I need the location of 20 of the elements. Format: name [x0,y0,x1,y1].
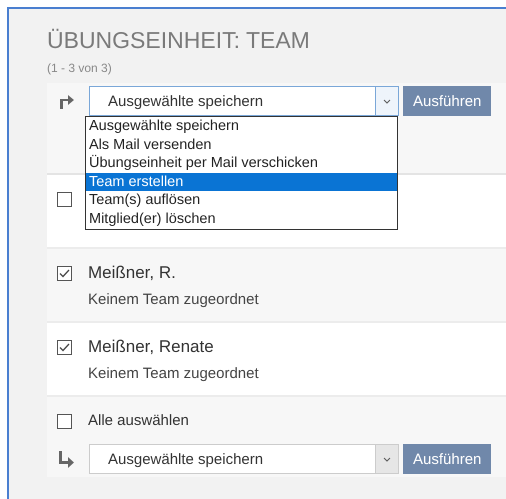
select-all-label[interactable]: Alle auswählen [88,412,189,428]
page-title: ÜBUNGSEINHEIT: TEAM [47,26,311,55]
chevron-down-icon [383,456,391,462]
execute-button[interactable]: Ausführen [403,86,492,116]
down-right-arrow-icon [57,450,75,468]
action-select[interactable]: Ausgewählte speichern [89,86,399,116]
chevron-down-icon [383,98,391,104]
execute-button[interactable]: Ausführen [403,444,492,474]
result-count: (1 - 3 von 3) [47,61,113,75]
checkbox[interactable] [57,414,72,429]
turn-right-arrow-icon [57,92,75,110]
checkbox[interactable] [57,266,72,281]
dropdown-option[interactable]: Team erstellen [86,172,397,192]
member-name: Meißner, Renate [88,337,215,357]
team-status: Keinem Team zugeordnet [88,365,259,382]
action-select[interactable]: Ausgewählte speichern [89,444,399,474]
member-name: Meißner, R. [88,263,177,283]
team-status: Keinem Team zugeordnet [88,291,259,308]
checkbox[interactable] [57,192,72,207]
checkbox[interactable] [57,340,72,355]
